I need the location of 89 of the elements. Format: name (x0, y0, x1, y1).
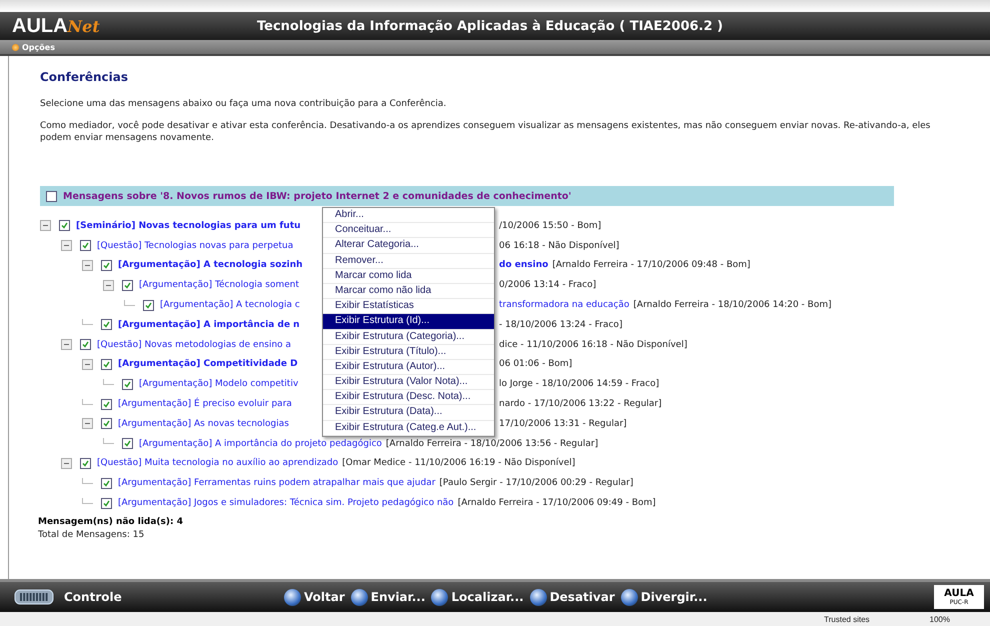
control-button[interactable]: Controle (14, 588, 284, 606)
toolbar-button[interactable]: Enviar... (350, 588, 426, 606)
message-info: 06 01:06 - Bom] (499, 359, 572, 370)
collapse-icon[interactable] (61, 458, 72, 469)
menu-item[interactable]: Exibir Estrutura (Valor Nota)... (323, 375, 494, 390)
message-info: 17/10/2006 13:31 - Regular] (499, 418, 627, 429)
checkbox[interactable] (101, 478, 112, 489)
message-info: [Paulo Sergir - 17/10/2006 00:29 - Regular] (439, 478, 634, 488)
checkbox[interactable] (101, 319, 112, 330)
message-title[interactable]: [Argumentação] Técnologia soment (139, 280, 300, 290)
total-count: Total de Mensagens: 15 (38, 530, 146, 540)
collapse-icon[interactable] (61, 339, 72, 350)
checkbox[interactable] (122, 378, 133, 390)
message-info: - 18/10/2006 13:24 - Fraco] (499, 320, 622, 330)
message-title[interactable]: [Questão] Tecnologias novas para perpetua (97, 240, 294, 251)
message-info: [Arnaldo Ferreira - 17/10/2006 09:49 - Bom] (458, 498, 656, 508)
toolbar-button[interactable]: Desativar (530, 588, 615, 606)
keyboard-icon (14, 588, 54, 606)
message-info: nardo - 17/10/2006 13:22 - Regular] (499, 399, 662, 410)
message-title[interactable]: [Argumentação] Modelo competitiv (139, 379, 298, 390)
checkbox[interactable] (101, 418, 112, 430)
message-info: [Arnaldo Ferreira - 18/10/2006 14:20 - Bom] (633, 300, 832, 310)
message-info: dice - 11/10/2006 16:18 - Não Disponível] (499, 340, 688, 350)
toolbar-button[interactable]: Divergir... (620, 588, 708, 606)
message-title[interactable]: [Argumentação] As novas tecnologias (118, 418, 289, 429)
menu-item[interactable]: Alterar Categoria... (323, 238, 494, 254)
checkbox[interactable] (143, 300, 154, 311)
checkbox[interactable] (46, 190, 57, 202)
menu-item[interactable]: Exibir Estrutura (Autor)... (323, 360, 494, 376)
checkbox[interactable] (80, 458, 91, 469)
message-title[interactable]: [Argumentação] Ferramentas ruins podem atrapalhar mais que ajudar (118, 478, 436, 488)
checkbox[interactable] (101, 398, 112, 410)
message-title[interactable]: [Argumentação] É preciso evoluir para (118, 399, 292, 410)
message-info: /10/2006 15:50 - Bom] (499, 220, 602, 231)
checkbox[interactable] (101, 358, 112, 370)
window-title: Tecnologias da Informação Aplicadas à Educação ( TIAE2006.2 ) (256, 18, 724, 34)
mediator-note: Como mediador, você pode desativar e ativar esta conferência. Desativando-a os aprendizes conseguem visualizar as mensagens existentes, mas não conseguem enviar novas. Re-ativando-a, eles podem enviar mensagens novamente. (40, 120, 932, 144)
message-title[interactable]: [Seminário] Novas tecnologias para um futu (76, 220, 301, 231)
message-info: lo Jorge - 18/10/2006 14:59 - Fraco] (499, 379, 660, 390)
collapse-icon[interactable] (82, 358, 93, 370)
checkbox[interactable] (122, 438, 133, 450)
menu-item[interactable]: Exibir Estrutura (Título)... (323, 344, 494, 360)
collapse-icon[interactable] (61, 240, 72, 252)
options-button[interactable]: Opções (12, 42, 55, 52)
message-title[interactable]: [Argumentação] A tecnologia c (160, 300, 300, 310)
message-title[interactable]: [Questão] Novas metodologias de ensino a (97, 340, 292, 350)
message-info: 0/2006 13:14 - Fraco] (499, 280, 596, 290)
checkbox[interactable] (101, 260, 112, 271)
message-info: [Arnaldo Ferreira - 18/10/2006 13:56 - Regular] (386, 438, 598, 449)
collapse-icon[interactable] (82, 260, 93, 271)
message-title[interactable]: transformadora na educação (499, 300, 630, 310)
collapse-icon[interactable] (40, 220, 51, 232)
menu-item[interactable]: Exibir Estrutura (Categ.e Aut.)... (323, 420, 494, 436)
menu-item[interactable]: Conceituar... (323, 223, 494, 238)
menu-item[interactable]: Exibir Estrutura (Data)... (323, 405, 494, 421)
security-zone: Trusted sites (824, 614, 870, 624)
message-title[interactable]: [Argumentação] A importância de n (118, 320, 300, 330)
message-title[interactable]: do ensino (499, 260, 548, 270)
conference-title: Mensagens sobre '8. Novos rumos de IBW: projeto Internet 2 e comunidades de conhecimento' (63, 190, 572, 202)
message-title[interactable]: [Questão] Muita tecnologia no auxílio ao aprendizado (97, 458, 338, 468)
checkbox[interactable] (80, 240, 91, 252)
menu-item[interactable]: Exibir Estrutura (Id)... (323, 314, 494, 330)
checkbox[interactable] (101, 498, 112, 509)
unread-count: Mensagem(ns) não lida(s): 4 (38, 516, 184, 527)
message-info: 06 16:18 - Não Disponível] (499, 240, 620, 251)
message-title[interactable]: [Argumentação] A tecnologia sozinh (118, 260, 303, 270)
menu-item[interactable]: Marcar como não lida (323, 284, 494, 300)
toolbar-button[interactable]: Localizar... (431, 588, 524, 606)
menu-item[interactable]: Exibir Estrutura (Desc. Nota)... (323, 390, 494, 406)
toolbar-button[interactable]: Voltar (284, 588, 345, 606)
checkbox[interactable] (80, 339, 91, 350)
checkbox[interactable] (59, 220, 70, 232)
menu-item[interactable]: Abrir... (323, 208, 494, 224)
collapse-icon[interactable] (82, 418, 93, 430)
menu-item[interactable]: Exibir Estatísticas (323, 299, 494, 314)
message-title[interactable]: [Argumentação] Jogos e simuladores: Técnica sim. Projeto pedagógico não (118, 498, 454, 508)
intro-text: Selecione uma das mensagens abaixo ou faça uma nova contribuição para a Conferência. (40, 98, 448, 110)
logo: AULANet (12, 14, 101, 38)
message-title[interactable]: [Argumentação] Competitividade D (118, 359, 298, 370)
checkbox[interactable] (122, 280, 133, 291)
collapse-icon[interactable] (103, 280, 114, 291)
message-info: [Arnaldo Ferreira - 17/10/2006 09:48 - Bom] (552, 260, 750, 270)
message-title[interactable]: [Argumentação] A importância do projeto pedagógico (139, 438, 382, 449)
menu-item[interactable]: Exibir Estrutura (Categoria)... (323, 330, 494, 345)
zoom-level[interactable]: 100% (930, 614, 950, 624)
page-heading: Conferências (40, 70, 130, 84)
message-info: [Omar Medice - 11/10/2006 16:19 - Não Disponível] (342, 458, 576, 468)
menu-item[interactable]: Marcar como lida (323, 268, 494, 284)
menu-item[interactable]: Remover... (323, 254, 494, 269)
